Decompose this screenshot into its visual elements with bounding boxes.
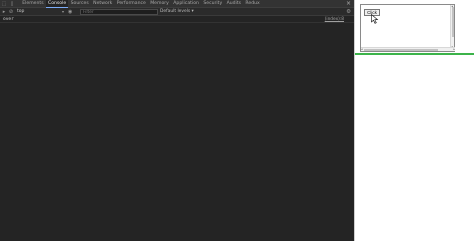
- cursor-icon: [371, 14, 379, 24]
- console-message-text: over: [3, 17, 14, 22]
- settings-gear-icon[interactable]: ⚙: [346, 9, 351, 15]
- block-icon[interactable]: ⊘: [8, 9, 14, 15]
- clear-console-icon[interactable]: ▸: [1, 9, 7, 15]
- tab-redux[interactable]: Redux: [243, 0, 262, 8]
- select-element-icon[interactable]: ⬚: [1, 1, 7, 7]
- context-selector-value: top: [17, 9, 25, 14]
- tab-elements[interactable]: Elements: [20, 0, 46, 8]
- close-icon[interactable]: ×: [346, 0, 351, 8]
- page-viewport: Click ▴ ▾ ◂ ▸: [354, 0, 474, 241]
- console-message-source-link[interactable]: (index):8: [325, 17, 344, 23]
- scroll-left-icon[interactable]: ◂: [361, 48, 363, 51]
- context-selector[interactable]: top ▾: [17, 9, 64, 15]
- horizontal-scroll-thumb[interactable]: [364, 48, 438, 51]
- vertical-scrollbar[interactable]: ▴ ▾: [450, 4, 454, 48]
- devtools-panel: ⬚ ▯ Elements Console Sources Network Per…: [0, 0, 354, 241]
- tab-security[interactable]: Security: [201, 0, 224, 8]
- log-levels-dropdown[interactable]: Default levels ▾: [160, 9, 194, 15]
- scroll-right-icon[interactable]: ▸: [453, 48, 455, 51]
- tab-network[interactable]: Network: [91, 0, 115, 8]
- green-divider-line: [355, 53, 474, 55]
- tab-audits[interactable]: Audits: [224, 0, 243, 8]
- console-message-row: over (index):8: [0, 17, 354, 23]
- vertical-scroll-thumb[interactable]: [451, 7, 454, 37]
- tab-performance[interactable]: Performance: [115, 0, 149, 8]
- tab-sources[interactable]: Sources: [68, 0, 91, 8]
- horizontal-scrollbar[interactable]: ◂ ▸: [361, 47, 455, 51]
- filter-input[interactable]: [80, 9, 158, 15]
- device-toolbar-icon[interactable]: ▯: [9, 1, 15, 7]
- devtools-tab-bar: ⬚ ▯ Elements Console Sources Network Per…: [0, 0, 354, 8]
- iframe-frame: Click ▴ ▾ ◂ ▸: [360, 4, 455, 52]
- devtools-tabs: Elements Console Sources Network Perform…: [20, 0, 262, 8]
- console-toolbar: ▸ ⊘ top ▾ ◉ Default levels ▾ ⚙: [0, 8, 354, 16]
- eye-icon[interactable]: ◉: [68, 9, 75, 15]
- console-output[interactable]: over (index):8: [0, 17, 354, 241]
- tab-application[interactable]: Application: [171, 0, 201, 8]
- tab-memory[interactable]: Memory: [148, 0, 171, 8]
- tab-console[interactable]: Console: [45, 0, 69, 8]
- chevron-down-icon: ▾: [61, 9, 64, 14]
